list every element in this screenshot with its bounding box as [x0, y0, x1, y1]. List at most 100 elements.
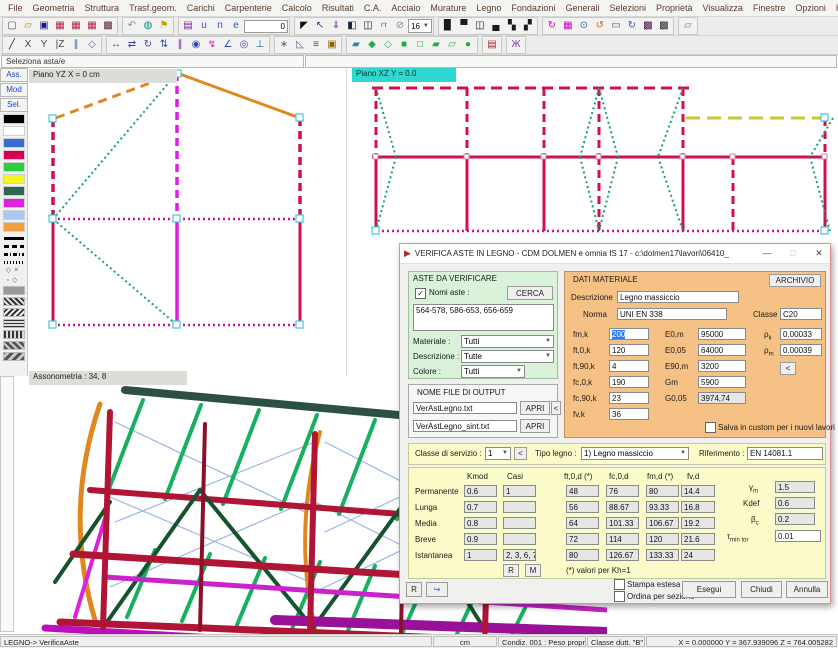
- e90m-input[interactable]: 3200: [698, 360, 746, 372]
- measure-slash-icon[interactable]: ⊘: [392, 19, 408, 33]
- pattern-hatch-5[interactable]: [3, 341, 25, 350]
- layout-horizontal-icon[interactable]: ▀: [456, 19, 472, 33]
- solid-cube-3-icon[interactable]: ■: [396, 38, 412, 52]
- refresh-icon[interactable]: ↻: [544, 19, 560, 33]
- menu-visualizza[interactable]: Visualizza: [698, 2, 748, 14]
- layout-vertical-icon[interactable]: ◫: [472, 19, 488, 33]
- settings-gear-icon[interactable]: ∗: [276, 38, 292, 52]
- permanente-kmod[interactable]: 0.6: [464, 485, 497, 497]
- pattern-hatch-2[interactable]: [3, 308, 25, 317]
- size-select[interactable]: 16 ▼: [408, 19, 432, 33]
- e0m-input[interactable]: 95000: [698, 328, 746, 340]
- istantanea-casi[interactable]: 2, 3, 6, 7: [503, 549, 536, 561]
- grid-magenta-icon[interactable]: ▦: [560, 19, 576, 33]
- layout-bottom-icon[interactable]: ▄: [488, 19, 504, 33]
- linestyle-dashdot[interactable]: [4, 253, 24, 256]
- linestyle-dash[interactable]: [4, 245, 24, 248]
- menu-legno[interactable]: Legno: [471, 2, 506, 14]
- pane-left-icon[interactable]: ◧: [344, 19, 360, 33]
- media-kmod[interactable]: 0.8: [464, 517, 497, 529]
- r-button-footer[interactable]: R: [406, 582, 422, 597]
- maximize-button[interactable]: □: [780, 244, 806, 263]
- aste-list-textarea[interactable]: 564-578, 586-653, 656-659: [413, 304, 554, 331]
- lunga-kmod[interactable]: 0.7: [464, 501, 497, 513]
- menu-generali[interactable]: Generali: [560, 2, 604, 14]
- apri-button-1[interactable]: APRI: [520, 401, 550, 415]
- breve-casi[interactable]: [503, 533, 536, 545]
- layout-mixed-icon[interactable]: ▞: [520, 19, 536, 33]
- g005-input[interactable]: 3974,74: [698, 392, 746, 404]
- stampa-estesa-checkbox[interactable]: [614, 579, 625, 590]
- menu-proprieta[interactable]: Proprietà: [651, 2, 698, 14]
- symbol-square-diamond[interactable]: ▫◇: [2, 276, 26, 284]
- menu-calcolo[interactable]: Calcolo: [277, 2, 317, 14]
- measure-tool-icon[interactable]: ⊥: [252, 38, 268, 52]
- rho-m-input[interactable]: 0.00039: [780, 344, 822, 356]
- descrizione-select[interactable]: Tutte ▼: [461, 350, 554, 363]
- menu-struttura[interactable]: Struttura: [80, 2, 125, 14]
- menu-trasf-geom[interactable]: Trasf.geom.: [124, 2, 182, 14]
- media-casi[interactable]: [503, 517, 536, 529]
- gm-input[interactable]: 5900: [698, 376, 746, 388]
- color-swatch-crimson[interactable]: [3, 150, 25, 160]
- pattern-hatch-1[interactable]: [3, 297, 25, 306]
- trim-asta-icon[interactable]: ∠: [220, 38, 236, 52]
- minimize-button[interactable]: —: [754, 244, 780, 263]
- menu-file[interactable]: File: [3, 2, 28, 14]
- axis-x-button[interactable]: X: [20, 38, 36, 52]
- move-asta-icon[interactable]: ↔: [108, 38, 124, 52]
- close-button[interactable]: ✕: [806, 244, 832, 263]
- node-edit-icon[interactable]: ◎: [236, 38, 252, 52]
- color-swatch-lightblue[interactable]: [3, 210, 25, 220]
- offset-asta-icon[interactable]: ∥: [172, 38, 188, 52]
- verify-grid-2-icon[interactable]: ▦: [68, 19, 84, 33]
- ft90k-input[interactable]: 4: [609, 360, 649, 372]
- solid-cube-6-icon[interactable]: ▱: [444, 38, 460, 52]
- down-arrow-icon[interactable]: ⇓: [328, 19, 344, 33]
- menu-carpenterie[interactable]: Carpenterie: [220, 2, 277, 14]
- mod-button[interactable]: Mod: [0, 83, 28, 97]
- color-swatch-black[interactable]: [3, 114, 25, 124]
- frame-structure-icon[interactable]: Ж: [508, 38, 524, 52]
- salva-custom-checkbox[interactable]: [705, 422, 716, 433]
- fc90k-input[interactable]: 23: [609, 392, 649, 404]
- classe-servizio-select[interactable]: 1 ▼: [485, 447, 511, 460]
- menu-ca[interactable]: C.A.: [359, 2, 387, 14]
- m-button-table[interactable]: M: [525, 564, 541, 577]
- solid-cube-2-icon[interactable]: ◇: [380, 38, 396, 52]
- new-file-icon[interactable]: ▢: [4, 19, 20, 33]
- n-button[interactable]: n: [212, 19, 228, 33]
- polygon-tool-icon[interactable]: ◇: [84, 38, 100, 52]
- less-button-materiale[interactable]: <: [780, 362, 796, 375]
- rotate-asta-icon[interactable]: ↻: [140, 38, 156, 52]
- eraser-icon[interactable]: ▱: [680, 19, 696, 33]
- menu-fondazioni[interactable]: Fondazioni: [506, 2, 560, 14]
- verify-grid-1-icon[interactable]: ▦: [52, 19, 68, 33]
- less-button-output[interactable]: <: [551, 401, 561, 415]
- menu-opzioni[interactable]: Opzioni: [790, 2, 831, 14]
- rect-select-icon[interactable]: ▭: [608, 19, 624, 33]
- pan-icon[interactable]: ↺: [592, 19, 608, 33]
- divide-asta-icon[interactable]: ◉: [188, 38, 204, 52]
- pattern-hatch-3[interactable]: [3, 319, 25, 328]
- menu-carichi[interactable]: Carichi: [182, 2, 220, 14]
- pattern-hatch-6[interactable]: [3, 352, 25, 361]
- save-icon[interactable]: ▣: [36, 19, 52, 33]
- pattern-solid-gray[interactable]: [3, 286, 25, 295]
- layout-quad-icon[interactable]: ▚: [504, 19, 520, 33]
- descrizione-input[interactable]: Legno massiccio: [617, 291, 739, 303]
- color-swatch-green[interactable]: [3, 162, 25, 172]
- menu-murature[interactable]: Murature: [425, 2, 471, 14]
- lock-icon[interactable]: ▣: [324, 38, 340, 52]
- linestyle-dot[interactable]: [4, 261, 24, 264]
- archive-book-icon[interactable]: ▤: [484, 38, 500, 52]
- linestyle-solid[interactable]: [4, 237, 24, 240]
- layout-single-icon[interactable]: ▉: [440, 19, 456, 33]
- menu-acciaio[interactable]: Acciaio: [386, 2, 425, 14]
- open-folder-icon[interactable]: ▱: [20, 19, 36, 33]
- sphere-view-icon[interactable]: ◍: [140, 19, 156, 33]
- fvk-input[interactable]: 36: [609, 408, 649, 420]
- nomi-aste-checkbox[interactable]: ✓: [415, 288, 426, 299]
- e-button[interactable]: e: [228, 19, 244, 33]
- pane-grid-icon[interactable]: ◫: [360, 19, 376, 33]
